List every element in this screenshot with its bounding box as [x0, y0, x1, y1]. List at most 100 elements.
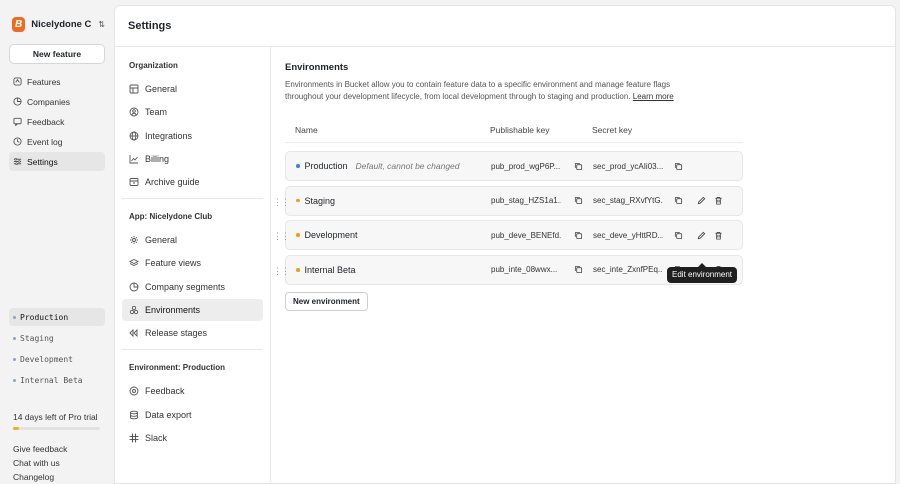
nav-item-label: Features: [27, 76, 61, 87]
gear-icon: [129, 84, 139, 94]
changelog-link[interactable]: Changelog: [13, 470, 67, 484]
settings-item-team[interactable]: Team: [122, 101, 263, 123]
nav-item-event-log[interactable]: Event log: [9, 132, 105, 151]
env-switch-staging[interactable]: Staging: [9, 329, 105, 347]
give-feedback-link[interactable]: Give feedback: [13, 442, 67, 456]
org-name: Nicelydone C...: [31, 18, 92, 30]
nav-item-features[interactable]: Features: [9, 72, 105, 91]
settings-item-environments[interactable]: Environments: [122, 299, 263, 322]
section-label-organization: Organization: [129, 61, 178, 70]
trial-text: 14 days left of Pro trial: [13, 412, 98, 422]
nav-item-feedback[interactable]: Feedback: [9, 112, 105, 131]
copy-icon[interactable]: [574, 265, 583, 274]
copy-icon[interactable]: [674, 196, 683, 205]
database-icon: [129, 410, 139, 420]
secret-key: sec_inte_ZxnfPEq...: [593, 265, 663, 275]
trial-status: 14 days left of Pro trial: [13, 412, 103, 430]
new-environment-button[interactable]: New environment: [285, 291, 368, 311]
org-switcher[interactable]: B Nicelydone C... ⇅: [12, 14, 105, 34]
globe-icon: [129, 131, 139, 141]
footer-links: Give feedback Chat with us Changelog: [13, 442, 67, 484]
edit-environment-tooltip: Edit environment: [667, 263, 738, 283]
settings-item-org-general[interactable]: General: [122, 78, 263, 100]
bucket-logo-icon: B: [12, 16, 26, 32]
trash-icon[interactable]: [714, 196, 723, 205]
pie-chart-icon: [129, 282, 139, 292]
new-feature-button[interactable]: New feature: [9, 44, 105, 64]
settings-item-feature-views[interactable]: Feature views: [122, 252, 263, 274]
settings-item-company-segments[interactable]: Company segments: [122, 276, 263, 298]
settings-item-label: Feedback: [145, 386, 185, 397]
divider: [122, 349, 263, 351]
settings-item-label: General: [145, 84, 178, 94]
table-row: Production Default, cannot be changed pu…: [285, 151, 743, 181]
nav-item-label: Settings: [27, 156, 58, 167]
publishable-key: pub_stag_HZS1a1...: [491, 196, 561, 206]
settings-item-app-general[interactable]: General: [122, 229, 263, 251]
edit-icon[interactable]: [697, 196, 706, 205]
env-name-cell: Production Default, cannot be changed: [286, 161, 491, 171]
env-name: Staging: [304, 195, 336, 206]
env-name: Development: [304, 230, 358, 241]
settings-icon: [13, 157, 22, 166]
archive-icon: [129, 177, 139, 187]
publishable-key: pub_inte_08wwx...: [491, 265, 558, 275]
env-switch-label: Internal Beta: [20, 375, 83, 385]
settings-item-release-stages[interactable]: Release stages: [122, 322, 263, 344]
env-name-cell: Internal Beta: [286, 265, 491, 275]
publishable-key: pub_prod_wgP6P...: [491, 161, 561, 171]
drag-handle-icon[interactable]: ⋮⋮: [273, 266, 290, 277]
description-text: Environments in Bucket allow you to cont…: [285, 80, 671, 101]
env-name: Internal Beta: [304, 264, 356, 275]
settings-item-label: Team: [145, 107, 168, 118]
team-icon: [129, 107, 139, 117]
settings-item-archive-guide[interactable]: Archive guide: [122, 171, 263, 193]
env-dot: [13, 315, 16, 319]
env-dot: [296, 268, 300, 272]
secret-key-cell: sec_stag_RXvfYtG...: [593, 196, 693, 205]
settings-item-label: Feature views: [145, 258, 202, 269]
left-sidebar: B Nicelydone C... ⇅ New feature Features…: [0, 0, 114, 484]
env-switch-development[interactable]: Development: [9, 350, 105, 368]
section-description: Environments in Bucket allow you to cont…: [285, 79, 685, 103]
copy-icon[interactable]: [674, 162, 683, 171]
feedback-icon: [13, 117, 22, 126]
main-header: Settings: [115, 6, 895, 47]
copy-icon[interactable]: [574, 196, 583, 205]
publishable-key: pub_deve_BENEfd...: [491, 230, 561, 240]
copy-icon[interactable]: [574, 162, 583, 171]
section-label-app: App: Nicelydone Club: [129, 212, 213, 222]
edit-icon[interactable]: [697, 231, 706, 240]
env-switch-label: Development: [20, 354, 73, 364]
chart-line-icon: [129, 154, 139, 164]
nav-item-settings[interactable]: Settings: [9, 152, 105, 171]
settings-item-slack[interactable]: Slack: [122, 427, 263, 449]
publishable-key-cell: pub_prod_wgP6P...: [491, 162, 593, 171]
drag-handle-icon[interactable]: ⋮⋮: [273, 197, 290, 208]
chat-with-us-link[interactable]: Chat with us: [13, 456, 67, 470]
env-name: Production: [304, 161, 348, 171]
env-switch-internal-beta[interactable]: Internal Beta: [9, 371, 105, 389]
copy-icon[interactable]: [674, 231, 683, 240]
copy-icon[interactable]: [574, 231, 583, 240]
environments-icon: [129, 305, 139, 315]
nav-item-companies[interactable]: Companies: [9, 92, 105, 111]
settings-item-label: Billing: [145, 153, 170, 164]
settings-item-billing[interactable]: Billing: [122, 148, 263, 170]
column-header-publishable-key: Publishable key: [490, 124, 550, 135]
table-header: Name Publishable key Secret key: [285, 117, 743, 143]
main-panel: Settings Organization General Team Integ…: [114, 5, 896, 484]
settings-item-env-feedback[interactable]: Feedback: [122, 380, 263, 402]
release-stages-icon: [129, 328, 139, 338]
settings-item-integrations[interactable]: Integrations: [122, 125, 263, 147]
drag-handle-icon[interactable]: ⋮⋮: [273, 231, 290, 242]
divider: [122, 198, 263, 200]
trash-icon[interactable]: [714, 231, 723, 240]
settings-item-data-export[interactable]: Data export: [122, 404, 263, 426]
settings-item-label: Integrations: [145, 130, 193, 141]
env-dot: [13, 378, 16, 382]
learn-more-link[interactable]: Learn more: [633, 92, 674, 101]
row-actions: [697, 231, 723, 240]
env-switch-production[interactable]: Production: [9, 308, 105, 326]
publishable-key-cell: pub_inte_08wwx...: [491, 265, 593, 274]
